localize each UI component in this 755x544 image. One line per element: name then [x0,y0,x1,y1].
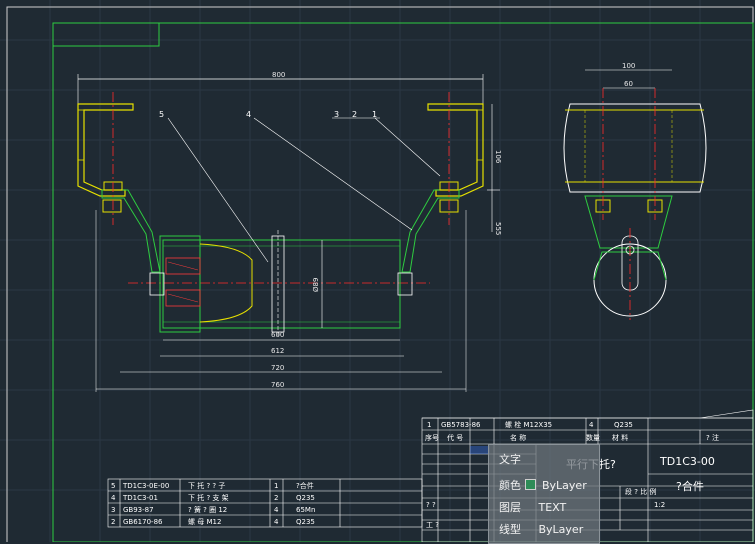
tooltip-color-row: 颜色 ByLayer [499,477,587,493]
tooltip-layer-value: TEXT [538,501,567,514]
pl-qty: 4 [274,506,279,514]
tb-header-note: ? 注 [706,433,719,442]
tb-header-code: 代 号 [447,433,463,442]
tooltip-text-label: 文字 [499,453,521,466]
drawing-svg[interactable]: 800 106 555 Ø89 600 612 720 760 5 4 3 2 … [0,0,755,542]
pl-name: 下 托 ? ? 子 [188,481,225,490]
tb-type: ?合件 [676,479,704,493]
color-swatch-icon [524,479,536,490]
pl-code: GB93-87 [123,506,154,514]
corner-box [52,22,160,47]
tooltip-layer-row: 图层 TEXT [499,499,566,515]
pl-code: TD1C3-0E-00 [122,482,169,490]
parts-list-text: 5 TD1C3-0E-00 下 托 ? ? 子 1 ?合件 4 TD1C3-01… [111,481,315,526]
pl-code: TD1C3-01 [122,494,158,502]
tb-drawing-code: TD1C3-00 [659,455,715,468]
tooltip-linetype-row: 线型 ByLayer [499,521,583,537]
pl-code: GB6170-86 [123,518,163,526]
dim-dia: Ø89 [312,278,320,292]
callout-1: 1 [372,110,377,119]
callout-4: 4 [246,110,251,119]
tooltip-layer-label: 图层 [499,501,521,514]
sheet-border [6,6,754,542]
dim-760: 760 [271,381,284,389]
pl-name: ? 簧 ? 圈 12 [188,505,227,514]
tb-header-seq: 序号 [425,433,439,442]
tb-row1-qty: 4 [589,421,594,429]
tooltip-linetype-value: ByLayer [538,523,584,536]
callout-2: 2 [352,110,357,119]
tb-row1-name: 螺 栓 M12X35 [505,420,552,429]
tb-stage-scale: 段 ? 比 例 [625,487,656,496]
pl-no: 2 [111,518,115,526]
pl-material: ?合件 [296,481,314,490]
tb-header-qty: 数量 [586,433,600,442]
pl-name: 螺 母 M12 [188,517,221,526]
selection-highlight [470,446,490,454]
tb-row1-material: Q235 [614,421,633,429]
callout-5: 5 [159,110,164,119]
dim-555: 555 [494,222,502,235]
dim-612: 612 [271,347,284,355]
tb-row1-no: 1 [427,421,431,429]
tb-process: 工 ? [426,521,439,529]
side-view[interactable]: 100 60 [563,62,707,320]
pl-no: 5 [111,482,115,490]
dim-100: 100 [622,62,635,70]
tb-scale: 1:2 [654,501,665,509]
front-view[interactable]: 800 106 555 Ø89 600 612 720 760 5 4 3 2 … [77,71,502,392]
dim-720: 720 [271,364,284,372]
grid [0,0,755,542]
dim-106: 106 [494,150,502,164]
tooltip-color-value: ByLayer [542,479,587,492]
pl-qty: 1 [274,482,278,490]
tb-design: ? ? [426,501,436,509]
tooltip-linetype-label: 线型 [499,523,521,536]
dim-800: 800 [272,71,285,79]
pl-material: 65Mn [296,506,315,514]
pl-qty: 4 [274,518,279,526]
cad-canvas[interactable]: 800 106 555 Ø89 600 612 720 760 5 4 3 2 … [0,0,755,544]
tb-header-name: 名 称 [510,433,526,442]
pl-no: 4 [111,494,116,502]
pl-no: 3 [111,506,115,514]
callout-3: 3 [334,110,339,119]
dim-60: 60 [624,80,633,88]
pl-material: Q235 [296,494,315,502]
pl-qty: 2 [274,494,278,502]
tooltip-color-label: 颜色 [499,479,521,492]
dim-600: 600 [271,331,284,339]
property-tooltip: 文字 颜色 ByLayer 图层 TEXT 线型 ByLayer [488,444,600,544]
tb-header-material: 材 料 [612,433,628,442]
pl-material: Q235 [296,518,315,526]
tb-row1-code: GB5783-86 [441,421,481,429]
pl-name: 下 托 ? 支 架 [188,493,229,502]
